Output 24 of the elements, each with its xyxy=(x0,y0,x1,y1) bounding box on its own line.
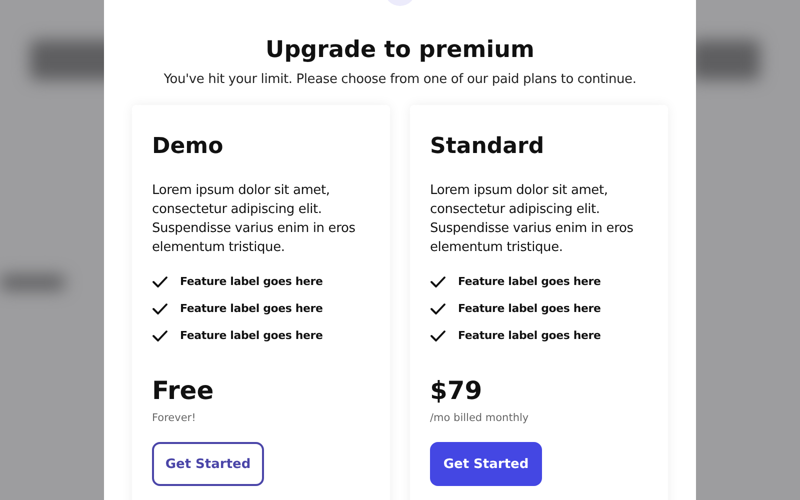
plan-description: Lorem ipsum dolor sit amet, consectetur adipiscing elit. Suspendisse varius enim in eros elementum tristique. xyxy=(430,182,634,257)
plan-name: Standard xyxy=(430,133,546,161)
feature-label: Feature label goes here xyxy=(180,329,323,342)
checkmark-icon xyxy=(430,330,446,342)
checkmark-icon xyxy=(152,302,168,314)
checkmark-icon xyxy=(430,302,446,314)
plan-price: Free xyxy=(152,376,215,406)
get-started-button[interactable]: Get Started xyxy=(430,442,542,486)
plan-name: Demo xyxy=(152,133,224,161)
plan-price: $79 xyxy=(430,376,484,406)
dialog-title: Upgrade to premium xyxy=(266,36,534,65)
feature-label: Feature label goes here xyxy=(458,275,601,288)
get-started-button[interactable]: Get Started xyxy=(152,442,264,486)
feature-label: Feature label goes here xyxy=(180,302,323,315)
checkmark-icon xyxy=(152,330,168,342)
feature-label: Feature label goes here xyxy=(458,329,601,342)
checkmark-icon xyxy=(152,276,168,288)
feature-label: Feature label goes here xyxy=(458,302,601,315)
checkmark-icon xyxy=(430,276,446,288)
price-note: /mo billed monthly xyxy=(430,412,530,424)
dialog-subtitle: You've hit your limit. Please choose from one of our paid plans to continue. xyxy=(164,72,636,87)
feature-label: Feature label goes here xyxy=(180,275,323,288)
price-note: Forever! xyxy=(152,412,197,424)
plan-description: Lorem ipsum dolor sit amet, consectetur adipiscing elit. Suspendisse varius enim in eros elementum tristique. xyxy=(152,182,356,257)
